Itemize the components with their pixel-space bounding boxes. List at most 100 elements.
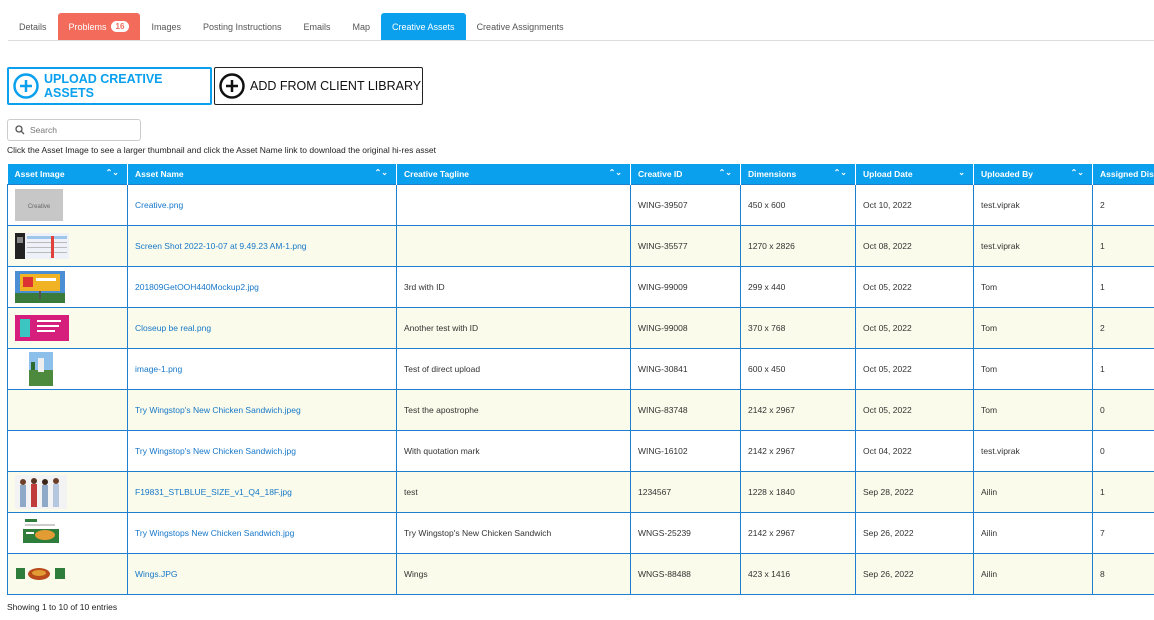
asset-thumbnail[interactable] [29, 352, 79, 386]
tab-map[interactable]: Map [342, 13, 382, 40]
uploaded-by: Ailin [973, 471, 1093, 513]
asset-name-link[interactable]: F19831_STLBLUE_SIZE_v1_Q4_18F.jpg [127, 471, 397, 513]
tab-emails[interactable]: Emails [293, 13, 342, 40]
upload-date: Oct 04, 2022 [855, 430, 974, 472]
upload-creative-assets-button[interactable]: UPLOAD CREATIVE ASSETS [7, 67, 212, 105]
asset-thumbnail[interactable] [23, 517, 67, 549]
column-header-label: Upload Date [863, 169, 913, 179]
asset-image-cell: Creative [7, 184, 128, 226]
asset-name-link[interactable]: 201809GetOOH440Mockup2.jpg [127, 266, 397, 308]
creative-tagline [396, 225, 631, 267]
creative-tagline: 3rd with ID [396, 266, 631, 308]
column-header-assigned-displays[interactable]: Assigned Displ [1092, 164, 1154, 185]
uploaded-by: Tom [973, 266, 1093, 308]
creative-tagline: Another test with ID [396, 307, 631, 349]
tab-creative-assets[interactable]: Creative Assets [381, 13, 466, 40]
asset-image-cell [7, 471, 128, 513]
sort-both-icon: ⌃⌄ [1070, 168, 1084, 177]
asset-thumbnail[interactable] [15, 233, 69, 259]
assigned-displays: 1 [1092, 471, 1154, 513]
column-header-label: Creative ID [638, 169, 683, 179]
upload-date: Oct 05, 2022 [855, 307, 974, 349]
column-header-dimensions[interactable]: Dimensions ⌃⌄ [740, 164, 856, 185]
tab-creative-assignments[interactable]: Creative Assignments [466, 13, 575, 40]
sort-both-icon: ⌃⌄ [833, 168, 847, 177]
asset-name-link[interactable]: Try Wingstops New Chicken Sandwich.jpg [127, 512, 397, 554]
column-header-upload-date[interactable]: Upload Date ⌄ [855, 164, 974, 185]
asset-thumbnail[interactable] [15, 271, 65, 303]
asset-thumbnail[interactable] [15, 475, 67, 509]
sort-both-icon: ⌃⌄ [105, 168, 119, 177]
sort-both-icon: ⌃⌄ [718, 168, 732, 177]
tab-images[interactable]: Images [140, 13, 192, 40]
tab-label: Map [352, 21, 371, 32]
assigned-displays: 0 [1092, 430, 1154, 472]
creative-tagline: Test the apostrophe [396, 389, 631, 431]
uploaded-by: test.viprak [973, 225, 1093, 267]
search-input[interactable] [30, 125, 130, 135]
table-row: Wings.JPG Wings WNGS-88488 423 x 1416 Se… [7, 553, 1154, 595]
asset-thumbnail[interactable] [15, 565, 67, 583]
column-header-label: Asset Image [14, 169, 65, 179]
table-row: Try Wingstops New Chicken Sandwich.jpg T… [7, 512, 1154, 554]
asset-image-cell [7, 553, 128, 595]
uploaded-by: test.viprak [973, 184, 1093, 226]
asset-image-cell [7, 389, 128, 431]
tab-posting-instructions[interactable]: Posting Instructions [192, 13, 293, 40]
tab-label: Details [19, 21, 47, 32]
creative-tagline: Test of direct upload [396, 348, 631, 390]
upload-date: Oct 08, 2022 [855, 225, 974, 267]
creative-id: WING-83748 [630, 389, 741, 431]
creative-id: WING-99008 [630, 307, 741, 349]
creative-id: WING-35577 [630, 225, 741, 267]
asset-name-link[interactable]: Wings.JPG [127, 553, 397, 595]
table-row: Try Wingstop's New Chicken Sandwich.jpeg… [7, 389, 1154, 431]
creative-assets-table: Asset Image ⌃⌄ Asset Name ⌃⌄ Creative Tagl… [7, 164, 1154, 595]
creative-id: WNGS-88488 [630, 553, 741, 595]
uploaded-by: Ailin [973, 512, 1093, 554]
asset-image-cell [7, 430, 128, 472]
assigned-displays: 1 [1092, 348, 1154, 390]
table-row: Try Wingstop's New Chicken Sandwich.jpg … [7, 430, 1154, 472]
uploaded-by: Tom [973, 307, 1093, 349]
creative-id: WING-99009 [630, 266, 741, 308]
asset-thumbnail[interactable] [15, 315, 69, 341]
asset-name-link[interactable]: Creative.png [127, 184, 397, 226]
table-entries-info: Showing 1 to 10 of 10 entries [7, 602, 118, 612]
asset-name-link[interactable]: Try Wingstop's New Chicken Sandwich.jpeg [127, 389, 397, 431]
tab-problems[interactable]: Problems 16 [57, 13, 141, 40]
column-header-asset-name[interactable]: Asset Name ⌃⌄ [127, 164, 397, 185]
dimensions: 1270 x 2826 [740, 225, 856, 267]
table-row: 201809GetOOH440Mockup2.jpg 3rd with ID W… [7, 266, 1154, 308]
creative-tagline [396, 184, 631, 226]
tab-label: Creative Assignments [476, 21, 564, 32]
dimensions: 299 x 440 [740, 266, 856, 308]
asset-name-link[interactable]: image-1.png [127, 348, 397, 390]
uploaded-by: Ailin [973, 553, 1093, 595]
column-header-asset-image[interactable]: Asset Image ⌃⌄ [7, 164, 128, 185]
add-from-client-library-button[interactable]: ADD FROM CLIENT LIBRARY [214, 67, 423, 105]
upload-button-label: UPLOAD CREATIVE ASSETS [44, 72, 163, 100]
upload-date: Oct 05, 2022 [855, 348, 974, 390]
table-row: image-1.png Test of direct upload WING-3… [7, 348, 1154, 390]
column-header-uploaded-by[interactable]: Uploaded By ⌃⌄ [973, 164, 1093, 185]
asset-image-cell [7, 512, 128, 554]
column-header-creative-id[interactable]: Creative ID ⌃⌄ [630, 164, 741, 185]
dimensions: 2142 x 2967 [740, 389, 856, 431]
asset-name-link[interactable]: Screen Shot 2022-10-07 at 9.49.23 AM-1.p… [127, 225, 397, 267]
asset-thumbnail[interactable]: Creative [15, 189, 63, 221]
creative-id: WNGS-25239 [630, 512, 741, 554]
asset-name-link[interactable]: Closeup be real.png [127, 307, 397, 349]
tab-details[interactable]: Details [8, 13, 58, 40]
column-header-creative-tagline[interactable]: Creative Tagline ⌃⌄ [396, 164, 631, 185]
upload-date: Oct 05, 2022 [855, 389, 974, 431]
assigned-displays: 1 [1092, 266, 1154, 308]
plus-circle-icon [219, 73, 245, 99]
uploaded-by: test.viprak [973, 430, 1093, 472]
creative-id: WING-39507 [630, 184, 741, 226]
asset-name-link[interactable]: Try Wingstop's New Chicken Sandwich.jpg [127, 430, 397, 472]
asset-image-cell [7, 225, 128, 267]
sort-both-icon: ⌃⌄ [374, 168, 388, 177]
tab-label: Posting Instructions [202, 21, 282, 32]
dimensions: 370 x 768 [740, 307, 856, 349]
